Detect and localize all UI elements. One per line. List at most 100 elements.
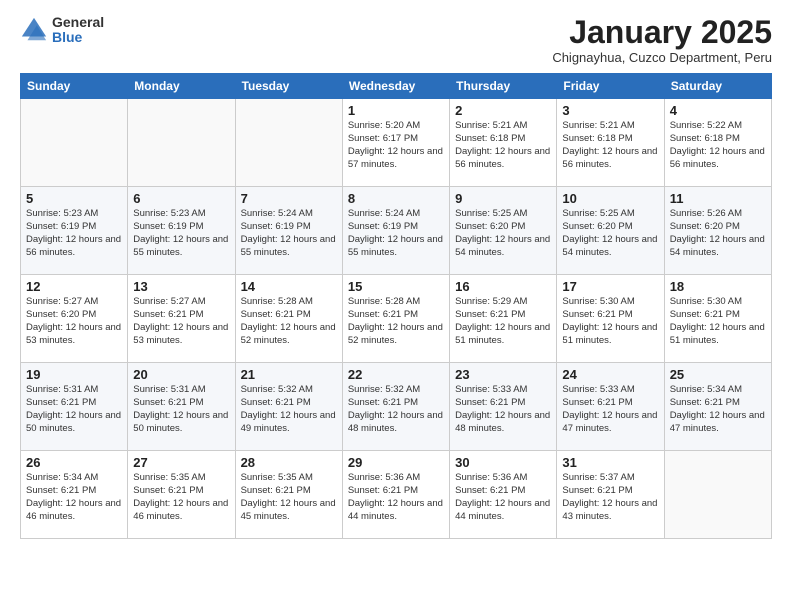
day-number: 17 (562, 279, 658, 294)
cell-w1-d2: 7 Sunrise: 5:24 AMSunset: 6:19 PMDayligh… (235, 187, 342, 275)
week-row-0: 1 Sunrise: 5:20 AMSunset: 6:17 PMDayligh… (21, 99, 772, 187)
header-monday: Monday (128, 74, 235, 99)
logo: General Blue (20, 15, 104, 46)
cell-info: Sunrise: 5:31 AMSunset: 6:21 PMDaylight:… (26, 384, 121, 433)
cell-w0-d5: 3 Sunrise: 5:21 AMSunset: 6:18 PMDayligh… (557, 99, 664, 187)
cell-info: Sunrise: 5:36 AMSunset: 6:21 PMDaylight:… (348, 472, 443, 521)
week-row-1: 5 Sunrise: 5:23 AMSunset: 6:19 PMDayligh… (21, 187, 772, 275)
cell-w2-d6: 18 Sunrise: 5:30 AMSunset: 6:21 PMDaylig… (664, 275, 771, 363)
cell-info: Sunrise: 5:21 AMSunset: 6:18 PMDaylight:… (562, 120, 657, 169)
cell-w1-d4: 9 Sunrise: 5:25 AMSunset: 6:20 PMDayligh… (450, 187, 557, 275)
subtitle: Chignayhua, Cuzco Department, Peru (552, 50, 772, 65)
cell-w2-d5: 17 Sunrise: 5:30 AMSunset: 6:21 PMDaylig… (557, 275, 664, 363)
day-number: 13 (133, 279, 229, 294)
cell-info: Sunrise: 5:29 AMSunset: 6:21 PMDaylight:… (455, 296, 550, 345)
week-row-3: 19 Sunrise: 5:31 AMSunset: 6:21 PMDaylig… (21, 363, 772, 451)
day-number: 1 (348, 103, 444, 118)
day-number: 21 (241, 367, 337, 382)
main-title: January 2025 (552, 15, 772, 50)
cell-w1-d5: 10 Sunrise: 5:25 AMSunset: 6:20 PMDaylig… (557, 187, 664, 275)
cell-w1-d0: 5 Sunrise: 5:23 AMSunset: 6:19 PMDayligh… (21, 187, 128, 275)
cell-w1-d6: 11 Sunrise: 5:26 AMSunset: 6:20 PMDaylig… (664, 187, 771, 275)
day-number: 19 (26, 367, 122, 382)
day-number: 26 (26, 455, 122, 470)
day-number: 10 (562, 191, 658, 206)
cell-w4-d0: 26 Sunrise: 5:34 AMSunset: 6:21 PMDaylig… (21, 451, 128, 539)
day-number: 7 (241, 191, 337, 206)
day-number: 12 (26, 279, 122, 294)
header-sunday: Sunday (21, 74, 128, 99)
cell-info: Sunrise: 5:24 AMSunset: 6:19 PMDaylight:… (241, 208, 336, 257)
day-number: 14 (241, 279, 337, 294)
page: General Blue January 2025 Chignayhua, Cu… (0, 0, 792, 612)
cell-w4-d2: 28 Sunrise: 5:35 AMSunset: 6:21 PMDaylig… (235, 451, 342, 539)
cell-w0-d3: 1 Sunrise: 5:20 AMSunset: 6:17 PMDayligh… (342, 99, 449, 187)
day-number: 16 (455, 279, 551, 294)
cell-w0-d2 (235, 99, 342, 187)
cell-info: Sunrise: 5:35 AMSunset: 6:21 PMDaylight:… (133, 472, 228, 521)
cell-info: Sunrise: 5:23 AMSunset: 6:19 PMDaylight:… (133, 208, 228, 257)
day-number: 27 (133, 455, 229, 470)
day-number: 8 (348, 191, 444, 206)
cell-info: Sunrise: 5:35 AMSunset: 6:21 PMDaylight:… (241, 472, 336, 521)
day-number: 24 (562, 367, 658, 382)
day-number: 2 (455, 103, 551, 118)
day-number: 4 (670, 103, 766, 118)
cell-info: Sunrise: 5:33 AMSunset: 6:21 PMDaylight:… (455, 384, 550, 433)
cell-info: Sunrise: 5:28 AMSunset: 6:21 PMDaylight:… (241, 296, 336, 345)
cell-w2-d1: 13 Sunrise: 5:27 AMSunset: 6:21 PMDaylig… (128, 275, 235, 363)
cell-info: Sunrise: 5:23 AMSunset: 6:19 PMDaylight:… (26, 208, 121, 257)
cell-w2-d0: 12 Sunrise: 5:27 AMSunset: 6:20 PMDaylig… (21, 275, 128, 363)
cell-info: Sunrise: 5:20 AMSunset: 6:17 PMDaylight:… (348, 120, 443, 169)
week-row-2: 12 Sunrise: 5:27 AMSunset: 6:20 PMDaylig… (21, 275, 772, 363)
header-row: Sunday Monday Tuesday Wednesday Thursday… (21, 74, 772, 99)
cell-w1-d3: 8 Sunrise: 5:24 AMSunset: 6:19 PMDayligh… (342, 187, 449, 275)
header-thursday: Thursday (450, 74, 557, 99)
cell-w2-d3: 15 Sunrise: 5:28 AMSunset: 6:21 PMDaylig… (342, 275, 449, 363)
cell-info: Sunrise: 5:36 AMSunset: 6:21 PMDaylight:… (455, 472, 550, 521)
calendar-table: Sunday Monday Tuesday Wednesday Thursday… (20, 73, 772, 539)
cell-w3-d5: 24 Sunrise: 5:33 AMSunset: 6:21 PMDaylig… (557, 363, 664, 451)
cell-w4-d1: 27 Sunrise: 5:35 AMSunset: 6:21 PMDaylig… (128, 451, 235, 539)
cell-w3-d0: 19 Sunrise: 5:31 AMSunset: 6:21 PMDaylig… (21, 363, 128, 451)
cell-w2-d2: 14 Sunrise: 5:28 AMSunset: 6:21 PMDaylig… (235, 275, 342, 363)
cell-w0-d4: 2 Sunrise: 5:21 AMSunset: 6:18 PMDayligh… (450, 99, 557, 187)
cell-info: Sunrise: 5:33 AMSunset: 6:21 PMDaylight:… (562, 384, 657, 433)
cell-w0-d1 (128, 99, 235, 187)
logo-text: General Blue (52, 15, 104, 46)
cell-w3-d1: 20 Sunrise: 5:31 AMSunset: 6:21 PMDaylig… (128, 363, 235, 451)
cell-info: Sunrise: 5:28 AMSunset: 6:21 PMDaylight:… (348, 296, 443, 345)
logo-general: General (52, 15, 104, 30)
day-number: 15 (348, 279, 444, 294)
day-number: 18 (670, 279, 766, 294)
day-number: 23 (455, 367, 551, 382)
header-wednesday: Wednesday (342, 74, 449, 99)
cell-w3-d4: 23 Sunrise: 5:33 AMSunset: 6:21 PMDaylig… (450, 363, 557, 451)
cell-w4-d5: 31 Sunrise: 5:37 AMSunset: 6:21 PMDaylig… (557, 451, 664, 539)
day-number: 3 (562, 103, 658, 118)
day-number: 29 (348, 455, 444, 470)
cell-info: Sunrise: 5:30 AMSunset: 6:21 PMDaylight:… (670, 296, 765, 345)
cell-w0-d0 (21, 99, 128, 187)
cell-w2-d4: 16 Sunrise: 5:29 AMSunset: 6:21 PMDaylig… (450, 275, 557, 363)
header: General Blue January 2025 Chignayhua, Cu… (20, 15, 772, 65)
day-number: 30 (455, 455, 551, 470)
cell-w3-d2: 21 Sunrise: 5:32 AMSunset: 6:21 PMDaylig… (235, 363, 342, 451)
cell-info: Sunrise: 5:32 AMSunset: 6:21 PMDaylight:… (241, 384, 336, 433)
day-number: 11 (670, 191, 766, 206)
day-number: 22 (348, 367, 444, 382)
day-number: 20 (133, 367, 229, 382)
title-block: January 2025 Chignayhua, Cuzco Departmen… (552, 15, 772, 65)
cell-info: Sunrise: 5:31 AMSunset: 6:21 PMDaylight:… (133, 384, 228, 433)
cell-w3-d6: 25 Sunrise: 5:34 AMSunset: 6:21 PMDaylig… (664, 363, 771, 451)
cell-info: Sunrise: 5:34 AMSunset: 6:21 PMDaylight:… (26, 472, 121, 521)
cell-info: Sunrise: 5:26 AMSunset: 6:20 PMDaylight:… (670, 208, 765, 257)
cell-w4-d3: 29 Sunrise: 5:36 AMSunset: 6:21 PMDaylig… (342, 451, 449, 539)
cell-info: Sunrise: 5:27 AMSunset: 6:20 PMDaylight:… (26, 296, 121, 345)
day-number: 31 (562, 455, 658, 470)
cell-w3-d3: 22 Sunrise: 5:32 AMSunset: 6:21 PMDaylig… (342, 363, 449, 451)
day-number: 5 (26, 191, 122, 206)
header-tuesday: Tuesday (235, 74, 342, 99)
cell-w4-d4: 30 Sunrise: 5:36 AMSunset: 6:21 PMDaylig… (450, 451, 557, 539)
day-number: 25 (670, 367, 766, 382)
